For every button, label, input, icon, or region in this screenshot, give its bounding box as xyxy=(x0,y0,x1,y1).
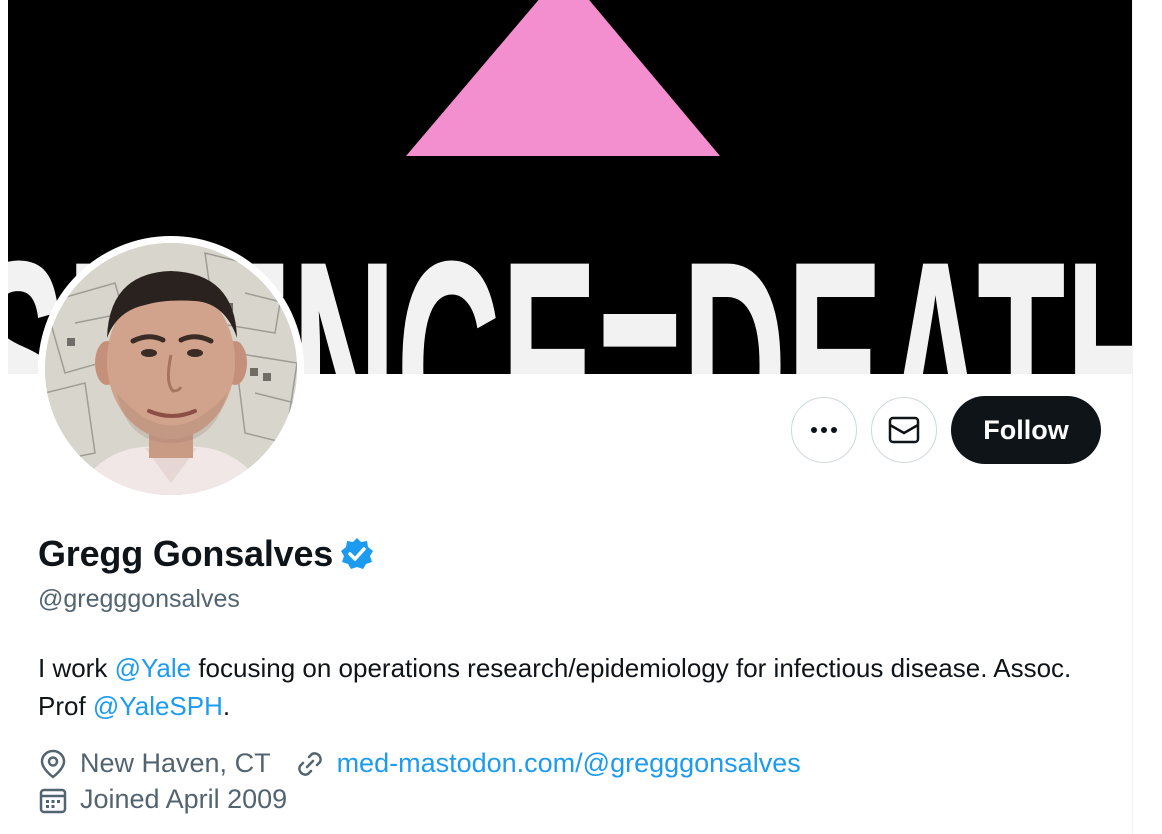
avatar-ring xyxy=(38,236,304,502)
location-text: New Haven, CT xyxy=(80,748,271,778)
verified-badge-icon[interactable] xyxy=(339,536,375,572)
message-button[interactable] xyxy=(871,397,937,463)
mention-yale[interactable]: @Yale xyxy=(115,653,192,683)
meta-row-joined: Joined April 2009 xyxy=(38,784,287,815)
handle: @gregggonsalves xyxy=(38,585,240,613)
avatar-photo xyxy=(45,243,297,495)
more-button[interactable] xyxy=(791,397,857,463)
calendar-icon xyxy=(38,785,68,815)
avatar[interactable] xyxy=(45,243,297,495)
follow-button[interactable]: Follow xyxy=(951,396,1101,464)
bio-text: . xyxy=(222,691,231,721)
mention-yalesph[interactable]: @YaleSPH xyxy=(93,691,223,721)
profile-column: SILENCE=DEATH Follow Gregg Gonsalves @gr… xyxy=(8,0,1133,834)
bio-text: I work xyxy=(38,653,115,683)
display-name: Gregg Gonsalves xyxy=(38,533,334,574)
joined-text: Joined April 2009 xyxy=(80,784,288,814)
envelope-icon xyxy=(888,416,920,444)
profile-actions: Follow xyxy=(791,396,1101,464)
website-link[interactable]: med-mastodon.com/@gregggonsalves xyxy=(337,748,801,779)
more-icon xyxy=(811,427,837,433)
name-row: Gregg Gonsalves xyxy=(38,533,375,575)
link-icon xyxy=(295,749,325,779)
meta-row-location: New Haven, CT med-mastodon.com/@gregggon… xyxy=(38,748,801,779)
bio: I work @Yale focusing on operations rese… xyxy=(38,649,1118,725)
location-icon xyxy=(38,749,68,779)
